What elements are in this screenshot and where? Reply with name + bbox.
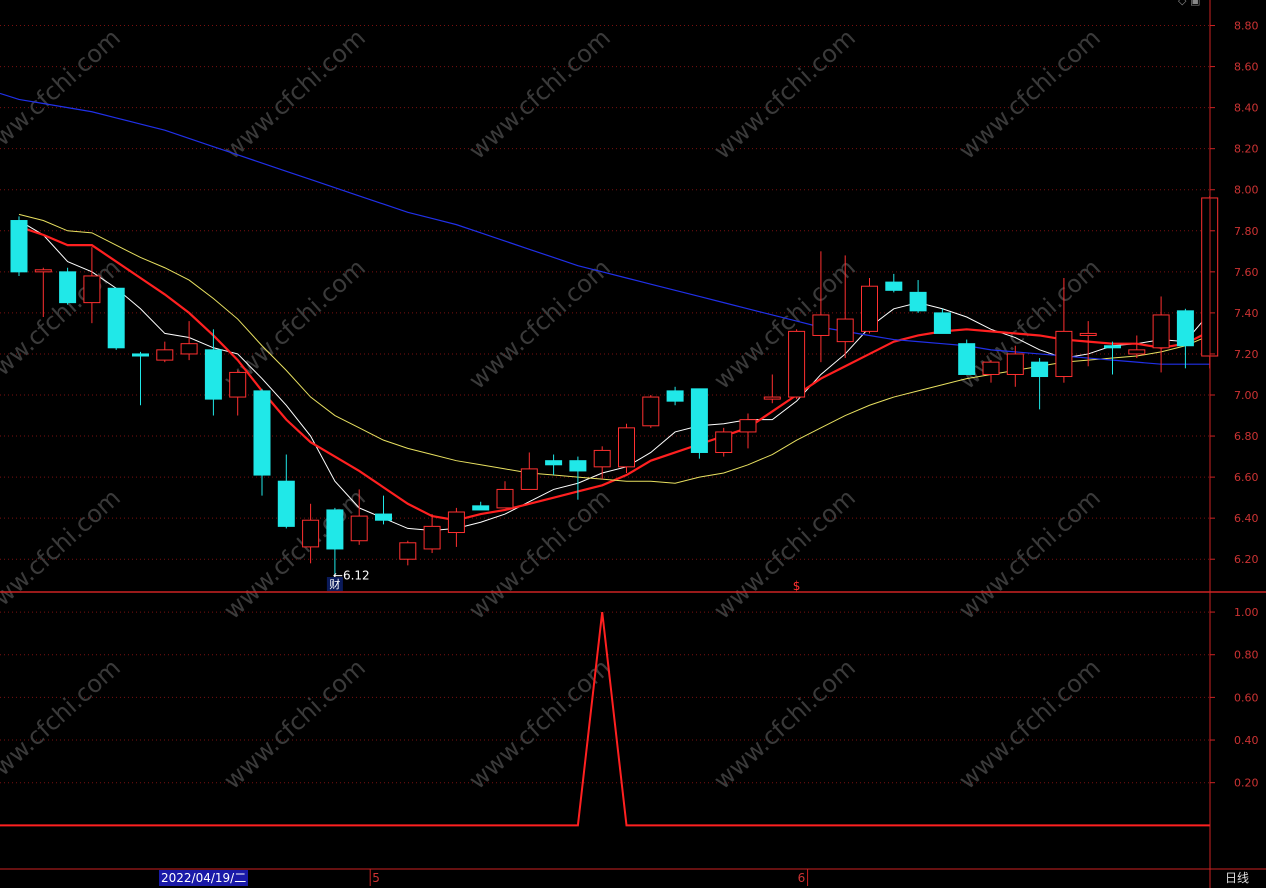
candle-body-down: [933, 312, 951, 334]
watermark-text: www.cfchi.com: [0, 483, 126, 624]
corner-toggle-icon[interactable]: ◇ ▣: [1178, 0, 1200, 7]
candle-body-down: [277, 480, 295, 527]
candle-body-up: [618, 427, 635, 468]
watermark-layer: www.cfchi.com www.cfchi.com www.cfchi.com w…: [0, 23, 1106, 794]
watermark-text: www.cfchi.com: [463, 653, 615, 794]
candle-body-up: [350, 515, 368, 542]
indicator-tick-label: 1.00: [1234, 606, 1259, 619]
candle-body-down: [885, 281, 903, 291]
watermark-text: www.cfchi.com: [953, 23, 1105, 164]
watermark-text: www.cfchi.com: [708, 653, 860, 794]
candle-body-up: [180, 343, 198, 355]
watermark-text: www.cfchi.com: [953, 653, 1105, 794]
date-cursor-label: 2022/04/19/二: [159, 870, 249, 886]
period-label[interactable]: 日线: [1225, 870, 1249, 886]
candle-body-up: [229, 371, 247, 398]
watermark-text: www.cfchi.com: [463, 23, 615, 164]
watermark-text: www.cfchi.com: [218, 653, 370, 794]
watermark-text: www.cfchi.com: [0, 653, 126, 794]
y-tick-label: 7.80: [1234, 225, 1259, 238]
candle-body-down: [10, 220, 28, 273]
month-label-june: 6: [797, 871, 806, 885]
y-tick-label: 6.60: [1234, 471, 1259, 484]
candle-body-down: [1104, 345, 1121, 349]
candle-body-up: [34, 269, 52, 273]
y-tick-label: 7.60: [1234, 266, 1259, 279]
candle-body-down: [690, 388, 708, 453]
candle-body-up: [812, 314, 830, 336]
indicator-tick-label: 0.60: [1234, 691, 1259, 704]
candle-body-down: [59, 271, 77, 304]
candle-body-up: [399, 542, 417, 560]
candle-body-up: [496, 488, 514, 509]
y-tick-label: 8.40: [1234, 102, 1259, 115]
watermark-text: www.cfchi.com: [218, 23, 370, 164]
candle-body-up: [788, 330, 806, 398]
moving-average-line: [18, 225, 1211, 522]
candle-body-up: [520, 468, 538, 490]
y-tick-label: 7.40: [1234, 307, 1259, 320]
candle-body-up: [739, 419, 757, 433]
y-tick-label: 7.20: [1234, 348, 1259, 361]
candle-body-down: [666, 390, 684, 402]
candle-body-up: [1079, 332, 1097, 336]
y-tick-label: 8.20: [1234, 143, 1259, 156]
candle-body-down: [569, 460, 587, 472]
watermark-text: www.cfchi.com: [708, 483, 860, 624]
y-tick-label: 8.80: [1234, 20, 1259, 33]
candle-body-up: [642, 396, 660, 427]
candle-body-down: [107, 287, 125, 349]
candle-body-down: [253, 390, 271, 476]
candle-body-down: [375, 513, 392, 521]
moving-average-line: [18, 213, 1210, 484]
dividend-marker: $: [793, 579, 801, 593]
y-tick-label: 8.60: [1234, 61, 1259, 74]
watermark-text: www.cfchi.com: [463, 253, 615, 394]
chart-stage: www.cfchi.com www.cfchi.com www.cfchi.com w…: [0, 0, 1266, 888]
candle-body-up: [593, 449, 611, 468]
y-tick-label: 7.00: [1234, 389, 1259, 402]
candle-body-up: [302, 519, 320, 548]
candle-body-down: [326, 509, 344, 550]
watermark-text: www.cfchi.com: [463, 483, 615, 624]
indicator-tick-label: 0.40: [1234, 734, 1259, 747]
candle-body-down: [1031, 361, 1049, 378]
candle-body-up: [1128, 349, 1146, 355]
candle-body-up: [1152, 314, 1170, 349]
candle-body-up: [715, 431, 733, 453]
candle-body-up: [861, 285, 878, 332]
candle-body-down: [1176, 310, 1194, 347]
candle-body-down: [472, 505, 490, 511]
y-tick-label: 6.80: [1234, 430, 1259, 443]
candle-body-up: [447, 511, 465, 534]
candle-body-up: [1006, 353, 1024, 375]
watermark-text: www.cfchi.com: [953, 483, 1105, 624]
indicator-tick-label: 0.80: [1234, 649, 1259, 662]
candle-body-down: [545, 460, 563, 466]
watermark-text: www.cfchi.com: [708, 23, 860, 164]
y-tick-label: 6.40: [1234, 512, 1259, 525]
month-label-may: 5: [372, 871, 380, 885]
candle-body-up: [763, 396, 781, 400]
moving-average-line: [18, 220, 1211, 531]
finance-badge: 财: [329, 577, 340, 591]
candle-body-up: [982, 361, 1000, 375]
candle-body-up: [423, 525, 441, 550]
candle-body-up: [156, 349, 174, 361]
candle-body-down: [958, 343, 976, 375]
candle-body-up: [83, 275, 101, 304]
indicator-tick-label: 0.20: [1234, 777, 1259, 790]
y-tick-label: 6.20: [1234, 553, 1259, 566]
watermark-text: www.cfchi.com: [0, 23, 126, 164]
candle-body-up: [1055, 330, 1073, 378]
candle-body-up: [836, 318, 854, 343]
candle-body-down: [132, 353, 149, 357]
y-tick-label: 8.00: [1234, 184, 1259, 197]
candle-body-down: [909, 291, 927, 312]
candle-body-down: [204, 349, 222, 400]
candlestick-layer: [10, 195, 1219, 576]
watermark-text: www.cfchi.com: [953, 253, 1105, 394]
